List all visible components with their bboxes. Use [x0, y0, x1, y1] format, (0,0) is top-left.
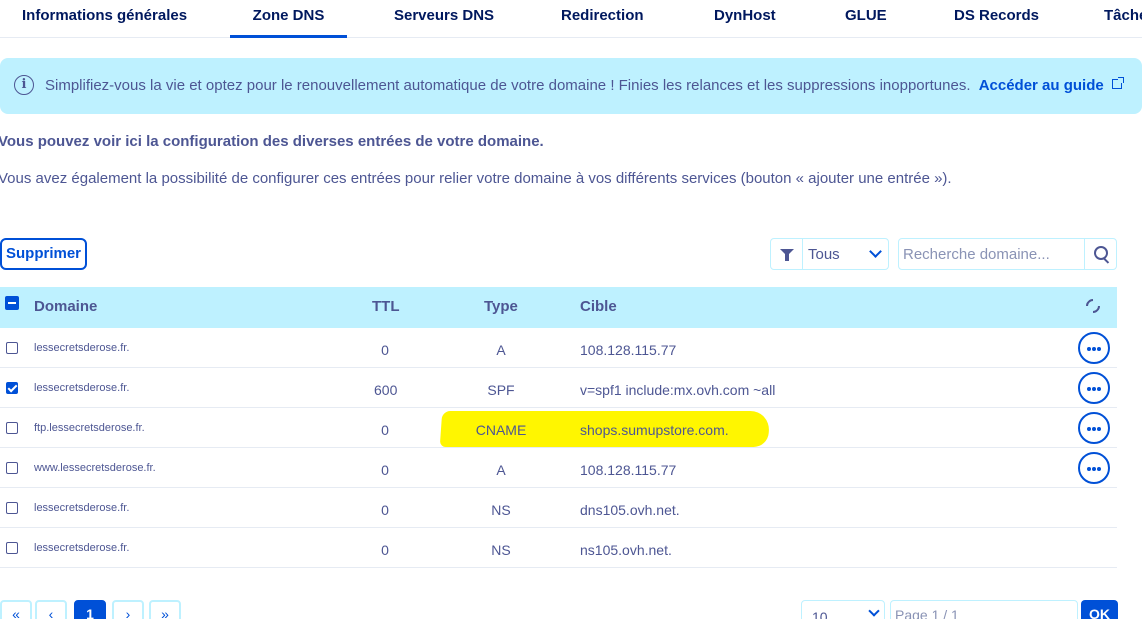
ok-button[interactable]: OK [1081, 600, 1118, 619]
search-input[interactable] [899, 239, 1085, 269]
cell-domain: lessecretsderose.fr. [34, 502, 130, 514]
search-box [898, 238, 1117, 270]
tab-zone-dns[interactable]: Zone DNS [230, 0, 347, 38]
cell-domain: www.lessecretsderose.fr. [34, 462, 156, 474]
table-row: lessecretsderose.fr. 0 NS dns105.ovh.net… [0, 488, 1117, 528]
cell-ttl: 0 [381, 342, 389, 358]
row-actions-button[interactable] [1078, 452, 1110, 484]
more-dot [1097, 467, 1101, 471]
cell-ttl: 600 [374, 382, 398, 398]
filter-icon [771, 239, 803, 269]
select-all-checkbox[interactable] [5, 296, 19, 310]
chevron-down-icon [869, 245, 882, 258]
tab-serveurs-dns[interactable]: Serveurs DNS [394, 0, 494, 38]
tab-glue[interactable]: GLUE [845, 0, 887, 38]
table-row: lessecretsderose.fr. 0 NS ns105.ovh.net. [0, 528, 1117, 568]
more-dot [1092, 467, 1096, 471]
info-icon: i [14, 75, 34, 95]
prev-page-button[interactable]: ‹ [35, 600, 67, 619]
more-dot [1087, 347, 1091, 351]
tab-ds-records[interactable]: DS Records [954, 0, 1039, 38]
cell-cible: 108.128.115.77 [580, 342, 677, 358]
more-dot [1097, 427, 1101, 431]
cell-ttl: 0 [381, 422, 389, 438]
row-checkbox[interactable] [6, 502, 18, 514]
row-checkbox[interactable] [6, 462, 18, 474]
row-actions-button[interactable] [1078, 332, 1110, 364]
more-dot [1087, 387, 1091, 391]
row-actions-button[interactable] [1078, 412, 1110, 444]
cell-cible: 108.128.115.77 [580, 462, 677, 478]
more-dot [1087, 427, 1091, 431]
next-page-button[interactable]: › [112, 600, 144, 619]
column-header-domain: Domaine [34, 298, 98, 315]
row-checkbox[interactable] [6, 342, 18, 354]
tab-dynhost[interactable]: DynHost [714, 0, 776, 38]
cell-ttl: 0 [381, 542, 389, 558]
cell-type: NS [491, 542, 511, 558]
row-checkbox[interactable] [6, 422, 18, 434]
tab-redirection[interactable]: Redirection [561, 0, 644, 38]
row-checkbox[interactable] [6, 382, 18, 394]
cell-cible: v=spf1 include:mx.ovh.com ~all [580, 382, 776, 398]
cell-cible: ns105.ovh.net. [580, 542, 672, 558]
more-dot [1092, 347, 1096, 351]
more-dot [1087, 467, 1091, 471]
last-page-button[interactable]: » [149, 600, 181, 619]
external-link-icon [1111, 77, 1124, 89]
column-header-type: Type [484, 298, 518, 315]
table-header: Domaine TTL Type Cible [0, 287, 1117, 328]
refresh-icon[interactable] [1083, 296, 1103, 316]
cell-cible: shops.sumupstore.com. [580, 422, 729, 438]
search-icon[interactable] [1084, 239, 1116, 269]
cell-type: SPF [487, 382, 515, 398]
filter-value: Tous [808, 246, 840, 263]
table-row: lessecretsderose.fr. 0 A 108.128.115.77 [0, 328, 1117, 368]
tab-bar: Informations générales Zone DNS Serveurs… [0, 0, 1142, 38]
cell-type: CNAME [475, 422, 527, 438]
chevron-down-icon [868, 605, 880, 617]
intro-heading: Vous pouvez voir ici la configuration de… [0, 133, 544, 150]
page-1-button[interactable]: 1 [74, 600, 106, 619]
cell-ttl: 0 [381, 462, 389, 478]
first-page-button[interactable]: « [0, 600, 32, 619]
tab-informations-generales[interactable]: Informations générales [22, 0, 187, 38]
guide-link-label[interactable]: Accéder au guide [979, 77, 1104, 94]
cell-domain: lessecretsderose.fr. [34, 542, 130, 554]
more-dot [1097, 347, 1101, 351]
per-page-select[interactable]: 10 [801, 600, 885, 619]
table-row: ftp.lessecretsderose.fr. 0 CNAME shops.s… [0, 408, 1117, 448]
banner-message: Simplifiez-vous la vie et optez pour le … [45, 77, 1124, 94]
per-page-value: 10 [812, 609, 828, 619]
cell-type: A [496, 342, 506, 358]
cell-domain: lessecretsderose.fr. [34, 342, 130, 354]
delete-button[interactable]: Supprimer [0, 238, 87, 270]
more-dot [1092, 387, 1096, 391]
type-filter-select[interactable]: Tous [770, 238, 889, 270]
row-actions-button[interactable] [1078, 372, 1110, 404]
cell-domain: lessecretsderose.fr. [34, 382, 130, 394]
cell-type: A [496, 462, 506, 478]
table-row: www.lessecretsderose.fr. 0 A 108.128.115… [0, 448, 1117, 488]
page-number-input[interactable] [890, 600, 1078, 619]
column-header-ttl: TTL [372, 298, 400, 315]
row-checkbox[interactable] [6, 542, 18, 554]
cell-cible: dns105.ovh.net. [580, 502, 680, 518]
table-row: lessecretsderose.fr. 600 SPF v=spf1 incl… [0, 368, 1117, 408]
cell-ttl: 0 [381, 502, 389, 518]
info-banner: i Simplifiez-vous la vie et optez pour l… [0, 58, 1142, 114]
guide-link[interactable]: Accéder au guide [979, 77, 1124, 94]
cell-domain: ftp.lessecretsderose.fr. [34, 422, 145, 434]
more-dot [1092, 427, 1096, 431]
tab-taches[interactable]: Tâche [1104, 0, 1142, 38]
cell-type: NS [491, 502, 511, 518]
intro-description: Vous avez également la possibilité de co… [0, 170, 952, 187]
column-header-cible: Cible [580, 298, 617, 315]
banner-text: Simplifiez-vous la vie et optez pour le … [45, 77, 971, 94]
more-dot [1097, 387, 1101, 391]
